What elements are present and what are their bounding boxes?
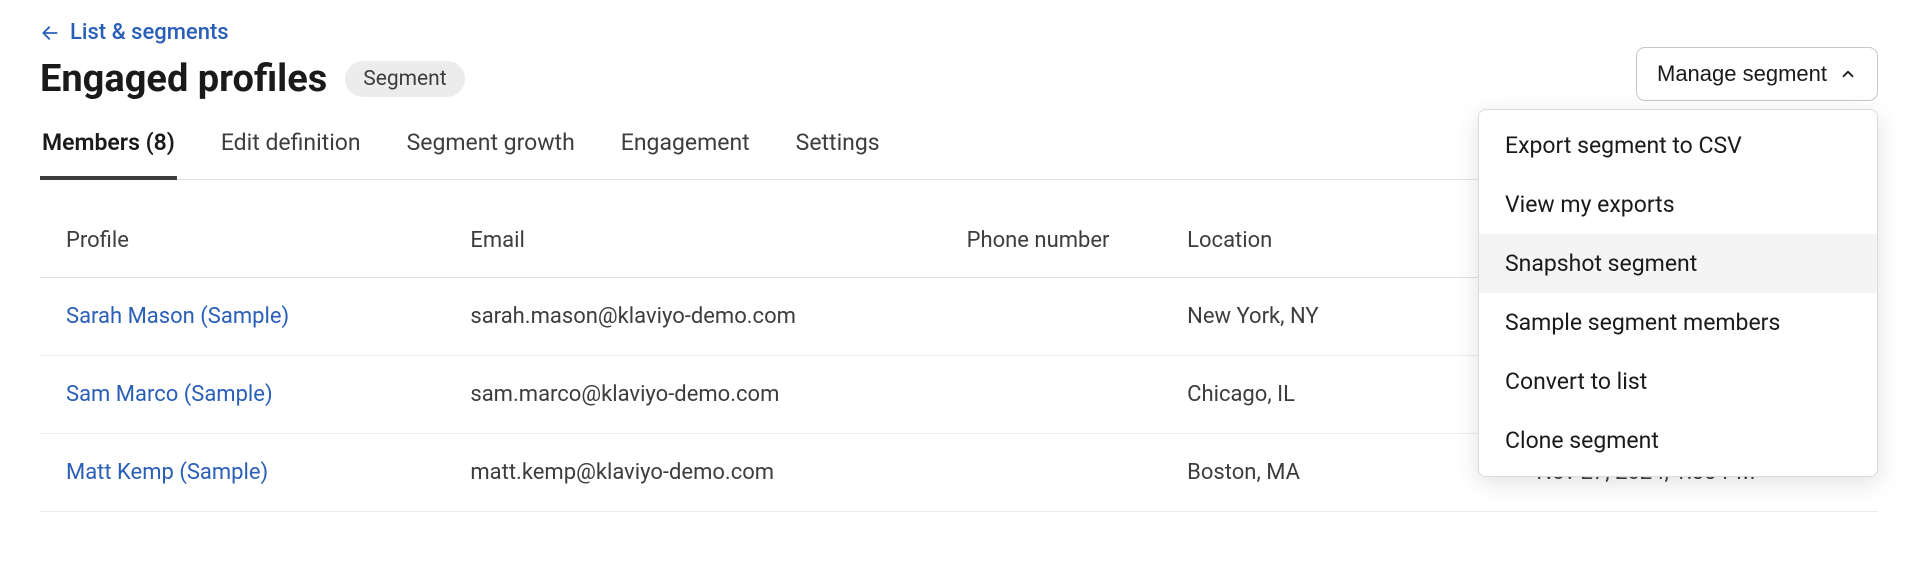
cell-email: sam.marco@klaviyo-demo.com <box>444 356 940 434</box>
profile-link[interactable]: Sarah Mason (Sample) <box>40 278 444 356</box>
cell-location: Chicago, IL <box>1161 356 1510 434</box>
dropdown-item-convert-to-list[interactable]: Convert to list <box>1479 352 1877 411</box>
cell-phone <box>941 356 1162 434</box>
dropdown-item-sample-members[interactable]: Sample segment members <box>1479 293 1877 352</box>
cell-location: New York, NY <box>1161 278 1510 356</box>
profile-link[interactable]: Sam Marco (Sample) <box>40 356 444 434</box>
dropdown-item-snapshot-segment[interactable]: Snapshot segment <box>1479 234 1877 293</box>
segment-badge: Segment <box>345 61 464 97</box>
page-title: Engaged profiles <box>40 57 327 101</box>
breadcrumb[interactable]: List & segments <box>40 20 1878 45</box>
tab-engagement[interactable]: Engagement <box>619 121 752 179</box>
column-header-location[interactable]: Location <box>1161 208 1510 278</box>
column-header-phone[interactable]: Phone number <box>941 208 1162 278</box>
profile-link[interactable]: Matt Kemp (Sample) <box>40 434 444 512</box>
cell-email: matt.kemp@klaviyo-demo.com <box>444 434 940 512</box>
manage-segment-label: Manage segment <box>1657 61 1827 87</box>
breadcrumb-label: List & segments <box>70 20 229 45</box>
column-header-profile[interactable]: Profile <box>40 208 444 278</box>
tab-settings[interactable]: Settings <box>794 121 882 179</box>
dropdown-item-clone-segment[interactable]: Clone segment <box>1479 411 1877 470</box>
tab-members[interactable]: Members (8) <box>40 121 177 180</box>
dropdown-item-export-csv[interactable]: Export segment to CSV <box>1479 116 1877 175</box>
cell-phone <box>941 434 1162 512</box>
manage-segment-dropdown: Export segment to CSV View my exports Sn… <box>1478 109 1878 477</box>
cell-phone <box>941 278 1162 356</box>
chevron-up-icon <box>1839 65 1857 83</box>
column-header-email[interactable]: Email <box>444 208 940 278</box>
tab-segment-growth[interactable]: Segment growth <box>405 121 577 179</box>
dropdown-item-view-exports[interactable]: View my exports <box>1479 175 1877 234</box>
manage-segment-button[interactable]: Manage segment <box>1636 47 1878 101</box>
cell-location: Boston, MA <box>1161 434 1510 512</box>
cell-email: sarah.mason@klaviyo-demo.com <box>444 278 940 356</box>
arrow-left-icon <box>40 23 60 43</box>
tab-edit-definition[interactable]: Edit definition <box>219 121 363 179</box>
